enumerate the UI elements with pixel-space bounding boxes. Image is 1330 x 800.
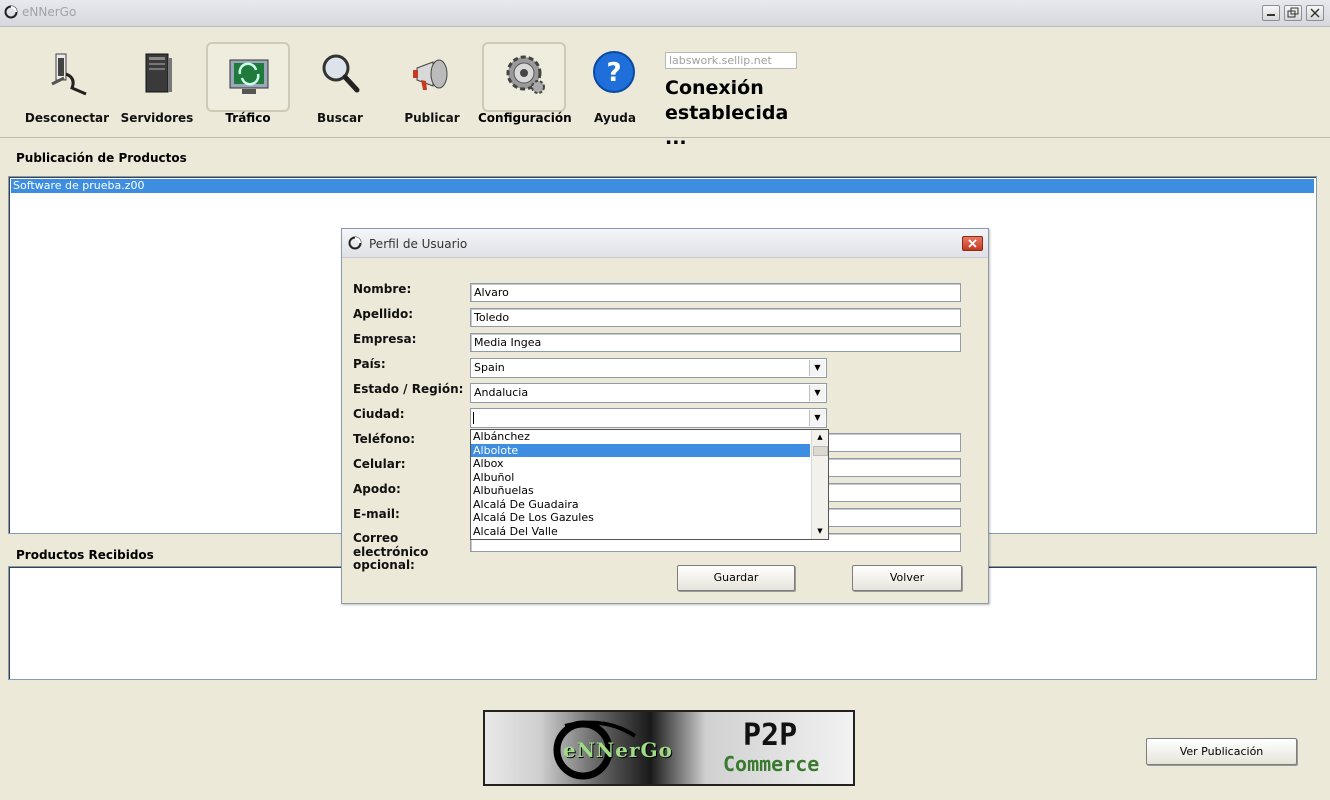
window-title: eNNerGo [22, 5, 77, 19]
toolbar-config-label: Configuración [478, 111, 572, 125]
scroll-up-icon[interactable]: ▲ [814, 431, 826, 443]
nombre-field[interactable]: Alvaro [470, 283, 961, 302]
megaphone-icon [413, 59, 448, 90]
received-products-title: Productos Recibidos [16, 548, 154, 562]
chevron-down-icon[interactable]: ▼ [809, 360, 825, 376]
ciudad-dropdown-list[interactable]: Albánchez Albolote Albox Albuñol Albuñue… [470, 429, 829, 540]
city-option[interactable]: Alcalá De Los Gazules [471, 511, 810, 525]
city-option[interactable]: Albuñuelas [471, 484, 810, 498]
view-publication-button[interactable]: Ver Publicación [1146, 738, 1297, 765]
disconnect-plug-icon [51, 53, 87, 96]
scroll-down-icon[interactable]: ▼ [814, 525, 826, 537]
dialog-title-bar[interactable]: Perfil de Usuario [342, 229, 988, 258]
estado-value: Andalucia [474, 386, 529, 399]
city-option[interactable]: Albox [471, 457, 810, 471]
toolbar-search-label: Buscar [317, 111, 363, 125]
pais-value: Spain [474, 361, 505, 374]
estado-label: Estado / Región: [353, 382, 464, 396]
empresa-label: Empresa: [353, 332, 417, 346]
estado-select[interactable]: Andalucia ▼ [470, 383, 827, 403]
dialog-close-button[interactable] [962, 236, 983, 251]
logo-text-left: eNNerGo [563, 738, 673, 762]
magnifier-icon [322, 54, 360, 93]
minimize-button[interactable] [1262, 5, 1280, 21]
toolbar-servers-label: Servidores [120, 111, 194, 125]
ennergo-p2p-commerce-logo: eNNerGo P2P Commerce [483, 710, 855, 786]
chevron-down-icon[interactable]: ▼ [809, 385, 825, 401]
server-tower-icon [145, 53, 172, 93]
apellido-field[interactable]: Toledo [470, 308, 961, 327]
logo-text-commerce: Commerce [723, 752, 820, 776]
app-logo-icon [348, 236, 362, 250]
toolbar-search-button[interactable]: Buscar [297, 40, 383, 132]
city-option[interactable]: Alcalá Del Valle [471, 525, 810, 539]
svg-text:?: ? [606, 58, 621, 88]
ciudad-list-scrollbar[interactable]: ▲ ▼ [811, 430, 828, 539]
close-icon [1310, 8, 1320, 18]
toolbar-help-label: Ayuda [594, 111, 636, 125]
ciudad-select[interactable]: ▼ [470, 408, 827, 428]
close-icon [968, 239, 977, 248]
back-button[interactable]: Volver [852, 565, 962, 591]
toolbar-traffic-label: Tráfico [225, 111, 271, 125]
optional-email-label: Correo electrónico opcional: [353, 531, 429, 573]
toolbar-config-button[interactable] [482, 42, 566, 112]
help-question-icon: ? [593, 51, 635, 93]
logo-text-p2p: P2P [743, 718, 798, 753]
toolbar-help-button[interactable]: ? Ayuda [572, 40, 658, 132]
user-profile-dialog: Perfil de Usuario Nombre: Alvaro Apellid… [341, 228, 989, 604]
list-item[interactable]: Software de prueba.z00 [11, 179, 1314, 193]
toolbar-publish-label: Publicar [404, 111, 460, 125]
optional-email-label-line3: opcional: [353, 558, 415, 572]
gear-icon [506, 55, 545, 94]
connection-status-line2: establecida ... [665, 102, 789, 149]
pais-select[interactable]: Spain ▼ [470, 358, 827, 378]
toolbar-divider [0, 137, 1330, 138]
city-option[interactable]: Alcalá De Guadaira [471, 498, 810, 512]
save-button[interactable]: Guardar [677, 565, 795, 591]
toolbar-servers-button[interactable]: Servidores [114, 40, 200, 132]
optional-email-label-line1: Correo [353, 531, 399, 545]
text-caret [473, 412, 474, 424]
toolbar-disconnect-label: Desconectar [24, 111, 110, 125]
email-label: E-mail: [353, 507, 400, 521]
nombre-label: Nombre: [353, 282, 412, 296]
connection-status-line1: Conexión [665, 77, 764, 99]
city-option[interactable]: Albuñol [471, 471, 810, 485]
apellido-label: Apellido: [353, 307, 413, 321]
app-logo-icon [4, 5, 18, 19]
pais-label: País: [353, 357, 386, 371]
close-window-button[interactable] [1306, 5, 1324, 21]
apodo-label: Apodo: [353, 482, 401, 496]
celular-label: Celular: [353, 457, 406, 471]
toolbar-traffic-button[interactable] [206, 42, 290, 112]
dialog-title: Perfil de Usuario [369, 237, 468, 251]
empresa-field[interactable]: Media Ingea [470, 333, 961, 352]
chevron-down-icon[interactable]: ▼ [809, 410, 825, 426]
optional-email-label-line2: electrónico [353, 544, 429, 559]
scrollbar-thumb[interactable] [813, 446, 828, 456]
restore-button[interactable] [1284, 5, 1302, 21]
telefono-label: Teléfono: [353, 432, 416, 446]
published-products-title: Publicación de Productos [16, 151, 187, 165]
window-title-bar: eNNerGo [0, 0, 1330, 27]
restore-icon [1287, 7, 1299, 18]
traffic-monitor-icon [229, 59, 269, 94]
city-option[interactable]: Albánchez [471, 430, 810, 444]
toolbar-publish-button[interactable]: Publicar [389, 40, 475, 132]
city-option-highlighted[interactable]: Albolote [471, 443, 810, 457]
toolbar-disconnect-button[interactable]: Desconectar [24, 40, 110, 132]
minimize-icon [1267, 14, 1275, 16]
ciudad-label: Ciudad: [353, 407, 405, 421]
server-address-field[interactable]: labswork.sellip.net [665, 52, 797, 69]
connection-status: Conexión establecida ... [665, 76, 815, 151]
